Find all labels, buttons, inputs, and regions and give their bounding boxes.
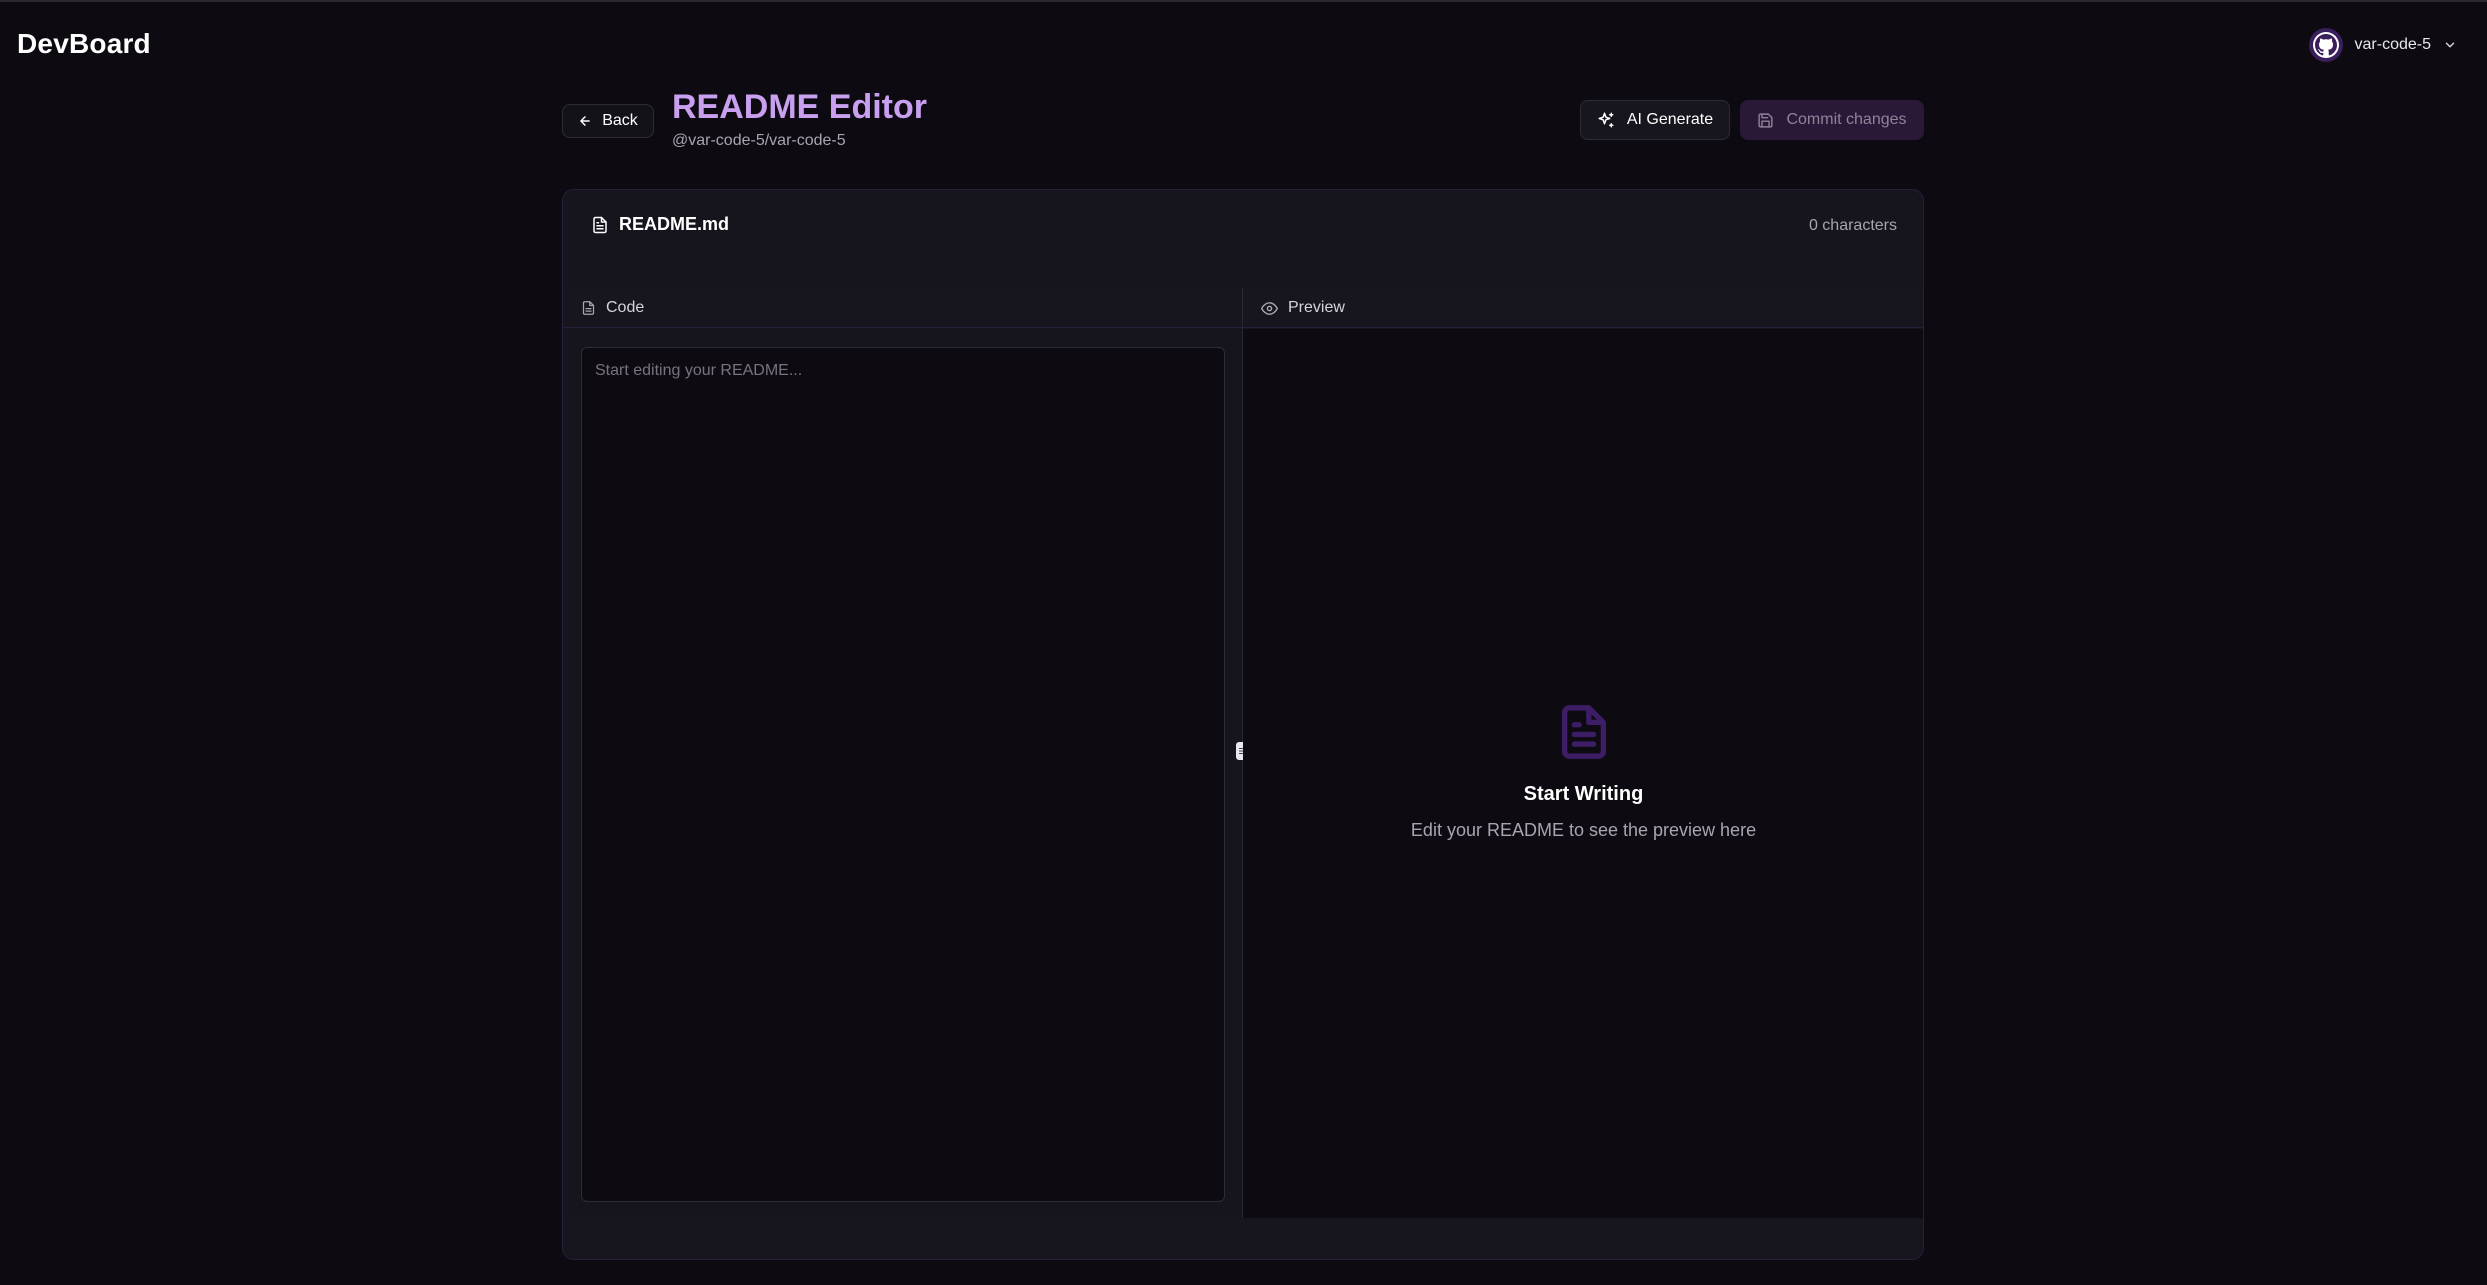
document-icon: [1561, 705, 1606, 759]
user-menu[interactable]: var-code-5: [2308, 28, 2457, 62]
empty-state-subtitle: Edit your README to see the preview here: [1410, 820, 1757, 840]
readme-code-input[interactable]: [581, 347, 1225, 1202]
save-icon: [1758, 112, 1774, 128]
file-text-icon: [593, 216, 607, 233]
code-pane: [563, 329, 1242, 1218]
page-title: README Editor: [672, 88, 927, 126]
back-button[interactable]: Back: [562, 104, 654, 138]
code-pane-label: Code: [606, 299, 645, 316]
sparkles-icon: [1598, 112, 1614, 128]
ai-generate-label: AI Generate: [1626, 111, 1714, 128]
code-pane-header: Code: [581, 288, 644, 328]
card-header: README.md 0 characters: [563, 190, 1923, 288]
editor-header: Back README Editor @var-code-5/var-code-…: [562, 88, 1924, 178]
preview-pane: Start Writing Edit your README to see th…: [1243, 329, 1923, 1218]
avatar[interactable]: [2308, 28, 2343, 62]
ai-generate-button[interactable]: AI Generate: [1580, 100, 1730, 140]
character-count: 0 characters: [1808, 217, 1897, 234]
repo-path: @var-code-5/var-code-5: [672, 132, 846, 149]
preview-empty-state: Start Writing Edit your README to see th…: [1243, 699, 1923, 841]
file-name: README.md: [591, 214, 729, 235]
preview-pane-header: Preview: [1261, 288, 1345, 328]
editor-card: README.md 0 characters Code Preview Star…: [562, 189, 1924, 1260]
eye-icon: [1261, 301, 1278, 315]
github-icon: [2312, 32, 2339, 58]
file-name-label: README.md: [619, 214, 730, 234]
brand-logo[interactable]: DevBoard: [17, 28, 151, 60]
empty-state-title: Start Writing: [1523, 783, 1644, 805]
commit-changes-label: Commit changes: [1786, 111, 1907, 128]
preview-pane-label: Preview: [1288, 299, 1345, 316]
top-navbar: DevBoard var-code-5: [0, 0, 2487, 88]
back-button-label: Back: [602, 112, 638, 129]
username[interactable]: var-code-5: [2355, 36, 2431, 54]
commit-changes-button[interactable]: Commit changes: [1740, 100, 1924, 140]
chevron-down-icon[interactable]: [2443, 38, 2457, 52]
file-icon: [582, 301, 595, 315]
card-footer: [563, 1218, 1923, 1259]
arrow-left-icon: [580, 116, 591, 126]
pane-headers: Code Preview: [563, 288, 1923, 328]
